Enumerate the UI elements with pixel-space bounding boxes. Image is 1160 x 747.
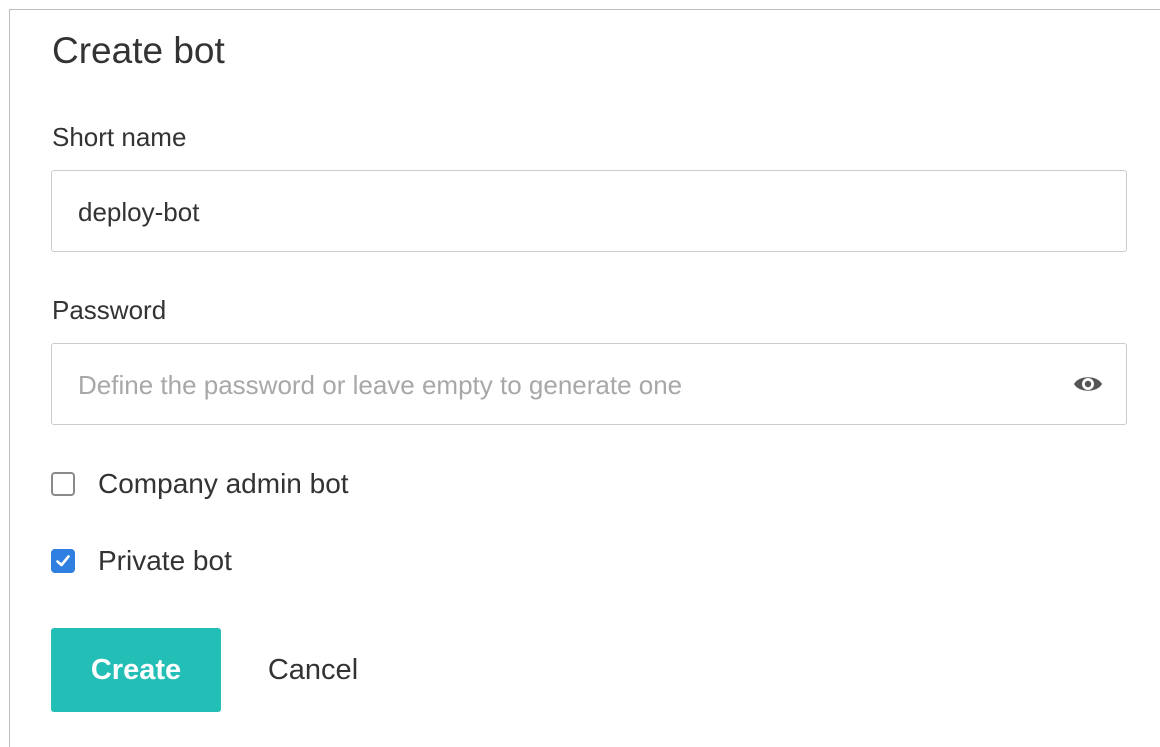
dialog-title: Create bot <box>52 30 225 71</box>
password-field[interactable]: Define the password or leave empty to ge… <box>51 343 1127 425</box>
company-admin-bot-checkbox[interactable] <box>51 472 75 496</box>
eye-icon[interactable] <box>1072 371 1104 397</box>
company-admin-bot-label: Company admin bot <box>98 468 349 499</box>
short-name-label: Short name <box>52 122 187 152</box>
cancel-button[interactable]: Cancel <box>248 628 378 712</box>
short-name-value: deploy-bot <box>78 197 200 227</box>
short-name-field[interactable]: deploy-bot <box>51 170 1127 252</box>
private-bot-label: Private bot <box>98 545 232 576</box>
checkmark-icon <box>56 555 70 567</box>
create-button[interactable]: Create <box>51 628 221 712</box>
password-placeholder: Define the password or leave empty to ge… <box>78 370 683 400</box>
private-bot-checkbox[interactable] <box>51 549 75 573</box>
password-label: Password <box>52 295 167 325</box>
create-bot-dialog: Create bot Short name deploy-bot Passwor… <box>9 9 1160 747</box>
